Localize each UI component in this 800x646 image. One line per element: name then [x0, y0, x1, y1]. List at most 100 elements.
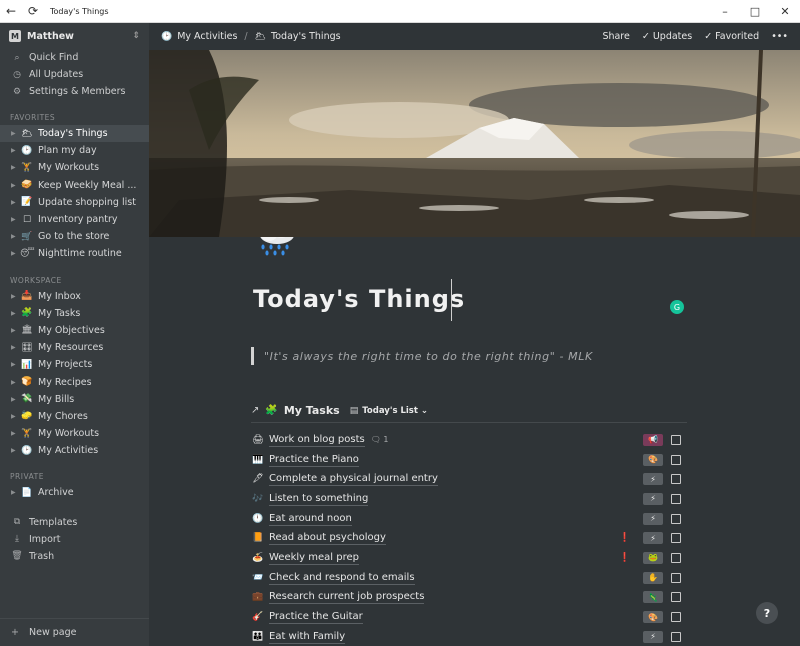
sun-behind-rain-cloud-icon[interactable] [251, 237, 299, 257]
sidebar-page-item[interactable]: ▶ 🛒 Go to the store [0, 228, 149, 245]
more-options-icon[interactable]: ••• [771, 31, 788, 42]
expand-triangle-icon[interactable]: ▶ [11, 396, 20, 403]
task-row[interactable]: 🎸 Practice the Guitar 🎨 [251, 607, 687, 627]
expand-triangle-icon[interactable]: ▶ [11, 361, 20, 368]
sidebar-page-item[interactable]: ▶ 🏋 My Workouts [0, 159, 149, 176]
expand-triangle-icon[interactable]: ▶ [11, 489, 20, 496]
task-checkbox[interactable] [671, 513, 681, 524]
sidebar-settings[interactable]: ⚙ Settings & Members [0, 83, 149, 100]
task-row[interactable]: 📙 Read about psychology ❗ ⚡ [251, 528, 687, 548]
new-page-button[interactable]: + New page [0, 618, 149, 646]
task-row[interactable]: 👪 Eat with Family ⚡ [251, 627, 687, 646]
expand-triangle-icon[interactable]: ▶ [11, 233, 20, 240]
expand-triangle-icon[interactable]: ▶ [11, 164, 20, 171]
database-title[interactable]: My Tasks [284, 404, 340, 417]
task-checkbox[interactable] [671, 552, 681, 563]
sidebar-templates[interactable]: ⧉ Templates [0, 514, 149, 531]
task-row[interactable]: 💼 Research current job prospects 🦎 [251, 588, 687, 608]
task-tag[interactable]: ⚡ [643, 532, 663, 545]
sidebar-page-item[interactable]: ▶ 📥 My Inbox [0, 288, 149, 305]
task-checkbox[interactable] [671, 493, 681, 504]
task-name[interactable]: Practice the Guitar [269, 610, 363, 625]
sidebar-page-item[interactable]: ▶ 🧽 My Chores [0, 408, 149, 425]
task-name[interactable]: Eat with Family [269, 630, 346, 644]
task-checkbox[interactable] [671, 474, 681, 485]
minimize-button[interactable]: – [710, 0, 740, 23]
task-row[interactable]: 🖋 Complete a physical journal entry ⚡ [251, 469, 687, 489]
sidebar-page-item[interactable]: ▶ ☐ Inventory pantry [0, 211, 149, 228]
task-row[interactable]: 📨 Check and respond to emails ✋ [251, 568, 687, 588]
breadcrumb-my-activities[interactable]: 🕑 My Activities [161, 31, 237, 42]
sidebar-page-item[interactable]: ▶ 💸 My Bills [0, 391, 149, 408]
maximize-button[interactable]: □ [740, 0, 770, 23]
task-tag[interactable]: ⚡ [643, 492, 663, 505]
expand-triangle-icon[interactable]: ▶ [11, 344, 20, 351]
expand-triangle-icon[interactable]: ▶ [11, 130, 20, 137]
expand-triangle-icon[interactable]: ▶ [11, 250, 20, 257]
comment-count[interactable]: 🗨 1 [371, 435, 389, 444]
refresh-icon[interactable]: ⟳ [22, 0, 44, 22]
grammarly-icon[interactable]: G [670, 300, 684, 314]
share-button[interactable]: Share [602, 31, 629, 42]
help-button[interactable]: ? [756, 602, 778, 624]
sidebar-page-item[interactable]: ▶ 🏛 My Objectives [0, 322, 149, 339]
task-row[interactable]: 🕛 Eat around noon ⚡ [251, 509, 687, 529]
workspace-switcher[interactable]: M Matthew ⇕ [0, 23, 149, 49]
expand-triangle-icon[interactable]: ▶ [11, 447, 20, 454]
task-row[interactable]: 🖨 Work on blog posts 🗨 1 📢 [251, 430, 687, 450]
expand-triangle-icon[interactable]: ▶ [11, 379, 20, 386]
sidebar-page-item[interactable]: ▶ 🏋 My Workouts [0, 425, 149, 442]
close-button[interactable]: ✕ [770, 0, 800, 23]
task-checkbox[interactable] [671, 533, 681, 544]
view-selector[interactable]: ▤ Today's List ⌄ [350, 406, 428, 416]
task-name[interactable]: Weekly meal prep [269, 551, 359, 565]
sidebar-page-item[interactable]: ▶ 📝 Update shopping list [0, 194, 149, 211]
favorited-button[interactable]: ✓ Favorited [704, 31, 759, 42]
task-name[interactable]: Read about psychology [269, 531, 386, 546]
task-row[interactable]: 🍝 Weekly meal prep ❗ 🐸 [251, 548, 687, 568]
sidebar-page-item[interactable]: ▶ 🥪 Keep Weekly Meal ... [0, 177, 149, 194]
task-tag[interactable]: 📢 [643, 433, 663, 446]
sidebar-page-item[interactable]: ▶ 🎛 My Resources [0, 339, 149, 356]
task-checkbox[interactable] [671, 592, 681, 603]
task-tag[interactable]: 🐸 [643, 551, 663, 564]
task-row[interactable]: 🎶 Listen to something ⚡ [251, 489, 687, 509]
sidebar-quick-find[interactable]: ⌕ Quick Find [0, 49, 149, 66]
task-tag[interactable]: 🎨 [643, 611, 663, 624]
expand-triangle-icon[interactable]: ▶ [11, 310, 20, 317]
task-row[interactable]: 🎹 Practice the Piano 🎨 [251, 450, 687, 470]
updates-button[interactable]: ✓ Updates [642, 31, 692, 42]
sidebar-import[interactable]: ⤓ Import [0, 531, 149, 548]
task-checkbox[interactable] [671, 434, 681, 445]
expand-triangle-icon[interactable]: ▶ [11, 147, 20, 154]
task-tag[interactable]: ⚡ [643, 630, 663, 643]
expand-triangle-icon[interactable]: ▶ [11, 182, 20, 189]
task-checkbox[interactable] [671, 572, 681, 583]
link-arrow-icon[interactable]: ↗ [251, 405, 259, 416]
expand-triangle-icon[interactable]: ▶ [11, 430, 20, 437]
task-name[interactable]: Practice the Piano [269, 453, 359, 467]
sidebar-page-item[interactable]: ▶ 😴 Nighttime routine [0, 245, 149, 262]
sidebar-page-item[interactable]: ▶ 🕑 My Activities [0, 442, 149, 459]
task-name[interactable]: Listen to something [269, 492, 369, 506]
cover-image[interactable] [149, 50, 800, 237]
sidebar-page-item[interactable]: ▶ 🕑 Plan my day [0, 142, 149, 159]
task-tag[interactable]: 🦎 [643, 591, 663, 604]
expand-triangle-icon[interactable]: ▶ [11, 327, 20, 334]
task-name[interactable]: Eat around noon [269, 512, 352, 526]
task-tag[interactable]: ✋ [643, 571, 663, 584]
sidebar-page-item[interactable]: ▶ 🌥 Today's Things [0, 125, 149, 143]
task-name[interactable]: Work on blog posts [269, 433, 365, 447]
sidebar-page-item[interactable]: ▶ 📊 My Projects [0, 356, 149, 373]
expand-triangle-icon[interactable]: ▶ [11, 413, 20, 420]
expand-triangle-icon[interactable]: ▶ [11, 216, 20, 223]
breadcrumb-todays-things[interactable]: 🌥 Today's Things [255, 31, 341, 42]
task-checkbox[interactable] [671, 454, 681, 465]
task-name[interactable]: Complete a physical journal entry [269, 472, 438, 487]
task-tag[interactable]: ⚡ [643, 512, 663, 525]
page-title[interactable]: Today's Things [253, 285, 465, 313]
task-tag[interactable]: 🎨 [643, 453, 663, 466]
quote-block[interactable]: "It's always the right time to do the ri… [251, 347, 593, 365]
expand-triangle-icon[interactable]: ▶ [11, 293, 20, 300]
back-arrow-icon[interactable]: ← [0, 0, 22, 22]
